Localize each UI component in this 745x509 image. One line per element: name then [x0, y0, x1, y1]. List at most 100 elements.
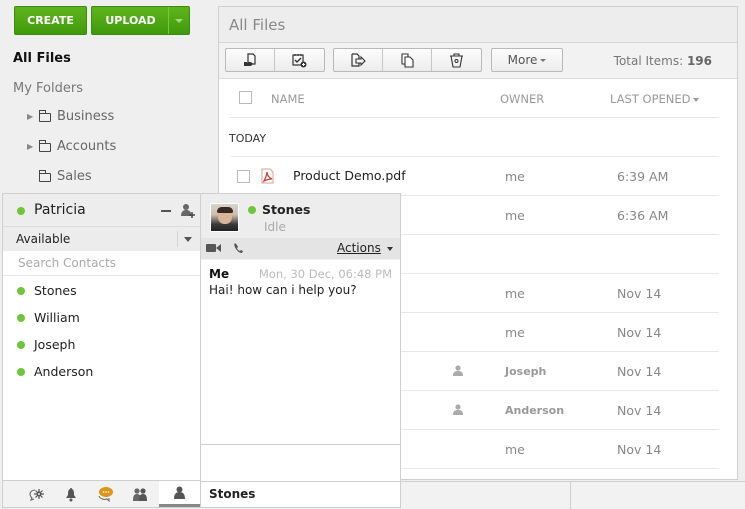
file-name[interactable]: Product Demo.pdf: [293, 168, 406, 183]
select-all-checkbox[interactable]: [239, 91, 252, 104]
upload-button[interactable]: UPLOAD: [91, 6, 190, 35]
online-status-dot: [17, 341, 25, 349]
file-row[interactable]: Product Demo.pdf me 6:39 AM: [231, 156, 719, 195]
file-date: Nov 14: [617, 403, 662, 418]
folder-icon: [38, 109, 51, 122]
peer-status: Idle: [264, 220, 286, 234]
column-last-opened[interactable]: LAST OPENED: [610, 92, 699, 106]
column-header: NAME OWNER LAST OPENED: [219, 79, 737, 117]
file-owner: me: [505, 442, 525, 457]
groups-icon: [132, 487, 147, 501]
add-contact-icon[interactable]: [180, 203, 195, 218]
move-button[interactable]: [334, 49, 383, 71]
file-owner: Joseph: [505, 365, 547, 378]
sort-caret-icon: [692, 97, 699, 102]
schedule-button[interactable]: [275, 49, 324, 71]
online-status-dot: [17, 287, 25, 295]
contact-item[interactable]: Anderson: [3, 358, 200, 385]
pdf-icon: [261, 168, 274, 184]
settings-chat-icon: [29, 488, 45, 501]
folder-label: Accounts: [57, 139, 117, 154]
toolbar-group-1: [225, 48, 325, 72]
caret-down-icon[interactable]: [387, 247, 393, 251]
total-items-value: 196: [686, 54, 712, 68]
expand-triangle-icon[interactable]: ▶: [27, 112, 39, 121]
notifications-icon: [66, 487, 77, 501]
file-owner: me: [505, 208, 525, 223]
page-title: All Files: [219, 7, 737, 43]
chat-window-header: Stones Idle: [201, 194, 400, 238]
divider: [570, 482, 571, 509]
file-date: 6:39 AM: [617, 169, 669, 184]
message-time: Mon, 30 Dec, 06:48 PM: [258, 267, 392, 281]
create-button[interactable]: CREATE: [14, 6, 87, 35]
caret-down-icon: [540, 59, 547, 62]
shared-user-icon: [453, 404, 463, 415]
tab-groups[interactable]: [123, 481, 157, 507]
status-dropdown[interactable]: Available: [3, 227, 200, 251]
tab-chat-settings[interactable]: [20, 481, 54, 507]
more-button[interactable]: More: [491, 48, 563, 72]
chats-icon: [98, 487, 113, 502]
total-items-label: Total Items:: [613, 54, 684, 68]
contact-item[interactable]: Stones: [3, 277, 200, 304]
files-toolbar: More Total Items: 196: [219, 43, 737, 79]
file-date: Nov 14: [617, 286, 662, 301]
status-strip: [400, 481, 745, 509]
contact-name: Joseph: [34, 337, 76, 352]
column-owner[interactable]: OWNER: [500, 92, 544, 106]
file-date: Nov 14: [617, 442, 662, 457]
nav-all-files[interactable]: All Files: [13, 51, 71, 66]
delete-button[interactable]: [432, 49, 481, 71]
file-owner: me: [505, 286, 525, 301]
nav-my-folders[interactable]: My Folders: [13, 81, 83, 96]
chat-footer-name[interactable]: Stones: [201, 481, 400, 507]
search-contacts-input[interactable]: [3, 251, 200, 276]
online-status-dot: [17, 207, 25, 215]
share-button[interactable]: [226, 49, 275, 71]
video-call-icon[interactable]: [206, 243, 222, 253]
phone-icon[interactable]: [233, 242, 244, 254]
chat-message: Me Mon, 30 Dec, 06:48 PM Hai! how can i …: [201, 259, 400, 429]
group-label-today: TODAY: [229, 117, 719, 156]
contact-item[interactable]: Joseph: [3, 331, 200, 358]
folder-accounts[interactable]: ▶ Accounts: [27, 139, 116, 154]
column-name[interactable]: NAME: [271, 92, 305, 106]
copy-icon: [400, 52, 414, 68]
avatar: [210, 203, 239, 232]
copy-button[interactable]: [383, 49, 432, 71]
contacts-icon: [173, 486, 185, 499]
column-last-opened-label: LAST OPENED: [610, 92, 691, 106]
tab-chats[interactable]: [88, 481, 122, 507]
upload-label: UPLOAD: [105, 14, 156, 27]
file-owner: me: [505, 325, 525, 340]
minimize-button[interactable]: [161, 210, 171, 212]
toolbar-group-2: [333, 48, 482, 72]
folder-sales[interactable]: Sales: [27, 169, 92, 184]
row-checkbox[interactable]: [237, 170, 250, 183]
chat-contacts-panel: Patricia Available Stones William Joseph…: [2, 193, 201, 508]
tab-contacts[interactable]: [158, 481, 201, 507]
peer-name: Stones: [262, 202, 311, 217]
expand-triangle-icon[interactable]: ▶: [27, 142, 39, 151]
total-items: Total Items: 196: [614, 54, 712, 68]
shared-user-icon: [453, 365, 463, 376]
folder-business[interactable]: ▶ Business: [27, 109, 114, 124]
file-date: Nov 14: [617, 325, 662, 340]
folder-label: Business: [57, 109, 115, 124]
schedule-icon: [292, 53, 307, 67]
folder-icon: [38, 169, 51, 182]
chat-message-input[interactable]: [201, 444, 400, 481]
chat-tabs: [3, 480, 201, 507]
contact-item[interactable]: William: [3, 304, 200, 331]
more-label: More: [507, 53, 538, 67]
folder-icon: [38, 139, 51, 152]
actions-menu[interactable]: Actions: [337, 241, 381, 255]
share-icon: [244, 53, 256, 66]
tab-notifications[interactable]: [54, 481, 88, 507]
move-icon: [351, 53, 366, 67]
file-date: Nov 14: [617, 364, 662, 379]
upload-dropdown-caret-icon[interactable]: [168, 7, 189, 34]
contact-name: Stones: [34, 283, 77, 298]
online-status-dot: [248, 206, 256, 214]
